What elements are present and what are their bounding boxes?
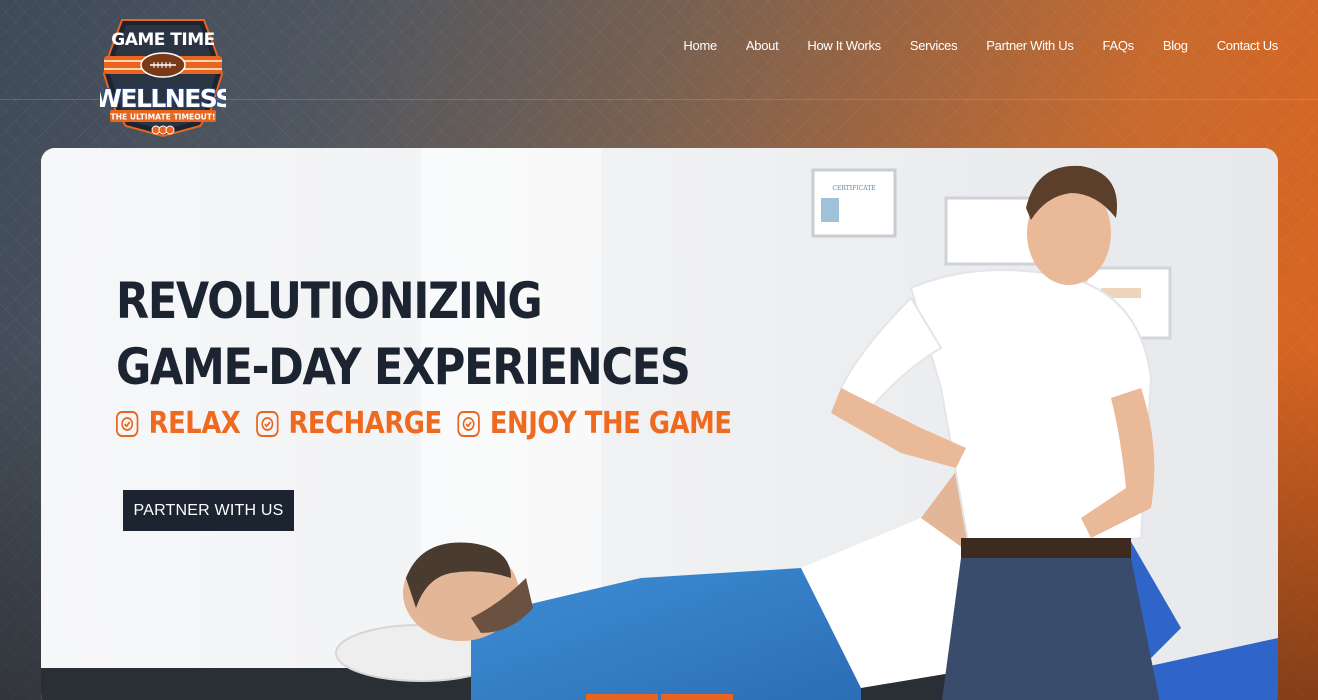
tagline-label: ENJOY THE GAME <box>489 406 732 441</box>
check-icon <box>457 410 480 437</box>
tagline-label: RECHARGE <box>288 406 442 441</box>
hero-text-block: REVOLUTIONIZING GAME-DAY EXPERIENCES REL… <box>116 268 838 441</box>
slider-dot-1[interactable] <box>586 694 658 700</box>
nav-services[interactable]: Services <box>910 38 958 53</box>
main-nav: Home About How It Works Services Partner… <box>683 38 1278 53</box>
tagline-recharge: RECHARGE <box>255 406 447 441</box>
hero-title-line-2: GAME-DAY EXPERIENCES <box>116 338 691 396</box>
nav-blog[interactable]: Blog <box>1163 38 1188 53</box>
check-icon <box>116 410 139 437</box>
nav-contact-us[interactable]: Contact Us <box>1217 38 1279 53</box>
tagline-relax: RELAX <box>116 406 245 441</box>
certificate-text: CERTIFICATE <box>832 185 875 192</box>
logo-sub-text: THE ULTIMATE TIMEOUT! <box>111 113 216 122</box>
nav-faqs[interactable]: FAQs <box>1103 38 1135 53</box>
logo-main-text: WELLNESS <box>100 84 226 113</box>
nav-partner-with-us[interactable]: Partner With Us <box>986 38 1074 53</box>
nav-how-it-works[interactable]: How It Works <box>807 38 881 53</box>
site-logo[interactable]: GAME TIME WELLNESS THE ULTIMATE TIMEOUT! <box>100 12 226 138</box>
tagline-enjoy-the-game: ENJOY THE GAME <box>457 406 737 441</box>
nav-about[interactable]: About <box>746 38 779 53</box>
football-icon <box>140 52 186 78</box>
hero-title: REVOLUTIONIZING GAME-DAY EXPERIENCES <box>116 268 737 400</box>
partner-with-us-button[interactable]: PARTNER WITH US <box>123 490 294 531</box>
check-icon <box>255 410 279 437</box>
nav-home[interactable]: Home <box>683 38 717 53</box>
hero-section: CERTIFICATE REVOLUTIONIZING GAME-DAY EXP… <box>41 148 1278 700</box>
logo-top-text: GAME TIME <box>111 30 215 50</box>
hero-taglines: RELAX RECHARGE ENJOY THE GAME <box>116 406 737 441</box>
slider-dot-2[interactable] <box>661 694 733 700</box>
tagline-label: RELAX <box>148 406 241 441</box>
hero-title-line-1: REVOLUTIONIZING <box>116 272 543 330</box>
slider-indicators <box>586 694 733 700</box>
